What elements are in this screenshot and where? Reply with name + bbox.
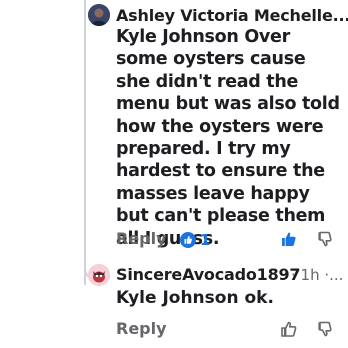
comment-text: Kyle Johnson ok. — [116, 288, 274, 308]
dislike-outline-icon[interactable] — [316, 320, 334, 342]
reaction-badge[interactable]: 1 — [180, 231, 210, 249]
dislike-outline-icon[interactable] — [316, 230, 334, 252]
comment-text: Kyle Johnson Over some oysters cause she… — [116, 27, 340, 249]
like-outline-icon[interactable] — [280, 320, 298, 342]
reply-button[interactable]: Reply — [116, 319, 167, 338]
comment-timestamp[interactable]: · 1h ·... — [291, 266, 343, 284]
like-filled-icon[interactable] — [280, 230, 298, 252]
comment-actions: Reply 1 — [116, 229, 348, 251]
comment-actions: Reply — [116, 319, 348, 341]
comment-author[interactable]: SincereAvocado1897 — [116, 265, 301, 284]
comment-author[interactable]: Ashley Victoria Mechelle... — [116, 6, 348, 25]
thread-line — [84, 0, 86, 285]
like-reaction-icon — [180, 232, 196, 248]
reply-button[interactable]: Reply — [116, 229, 167, 248]
reaction-count: 1 — [200, 231, 211, 249]
avatar[interactable] — [88, 4, 110, 26]
avatar[interactable] — [88, 264, 110, 286]
